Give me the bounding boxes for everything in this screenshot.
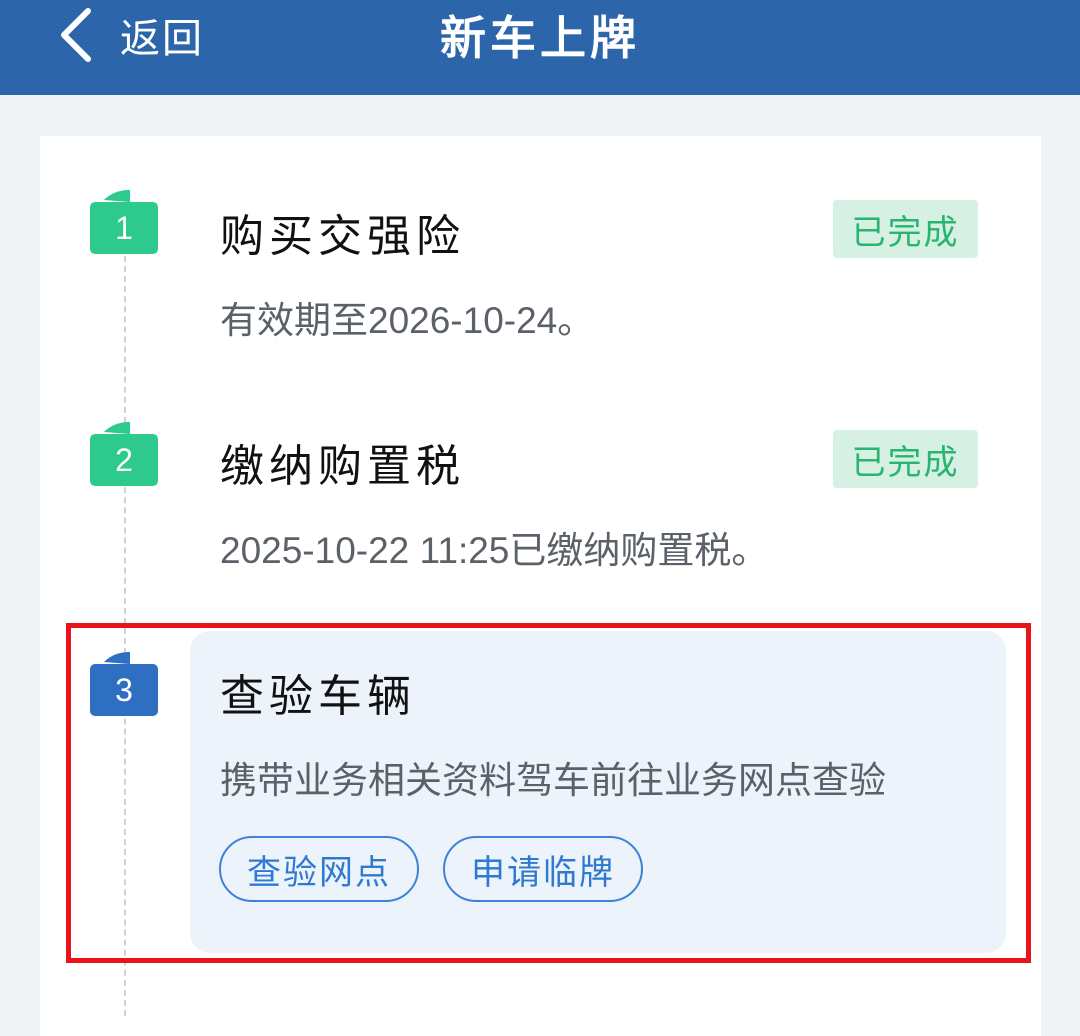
step-1-description: 有效期至2026-10-24。 <box>220 300 595 341</box>
step-1-title: 购买交强险 <box>220 211 465 262</box>
highlight-frame <box>66 623 1031 963</box>
step-2-status-badge: 已完成 <box>833 430 978 488</box>
step-2-number: 2 <box>115 441 133 478</box>
step-2-description: 2025-10-22 11:25已缴纳购置税。 <box>220 530 769 571</box>
step-1-number: 1 <box>115 209 133 246</box>
step-1-badge: 1 <box>90 188 158 254</box>
header-bar: 返回 新车上牌 <box>0 0 1080 95</box>
page-title: 新车上牌 <box>440 11 640 65</box>
step-1-status-badge: 已完成 <box>833 200 978 258</box>
step-2-title: 缴纳购置税 <box>220 441 465 492</box>
step-2-badge: 2 <box>90 420 158 486</box>
